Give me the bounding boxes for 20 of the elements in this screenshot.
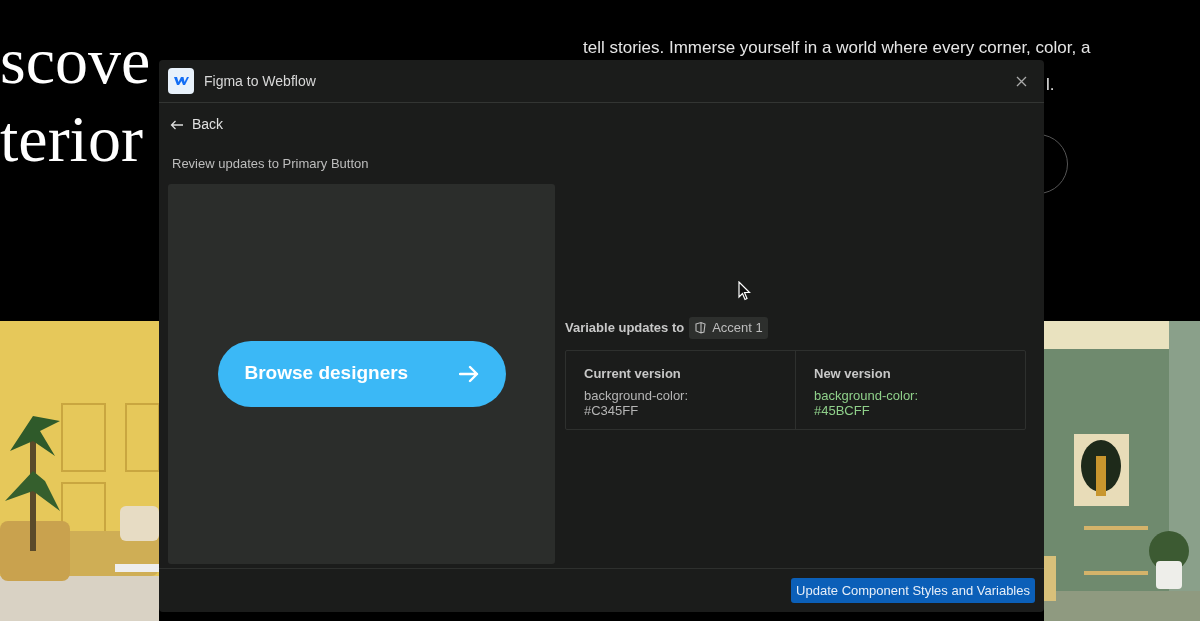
close-icon[interactable]	[1016, 75, 1027, 87]
version-heading: New version	[814, 364, 892, 383]
logo-icon	[168, 68, 194, 94]
heading-text: terior	[0, 101, 143, 177]
heading-text: scove	[0, 23, 151, 99]
cursor-icon	[738, 281, 751, 301]
paragraph-text: tell stories. Immerse yourself in a world where every corner, color, a	[583, 38, 1091, 58]
variable-badge: Accent 1	[689, 316, 768, 339]
variable-updates-label: Variable updates to	[565, 318, 685, 337]
back-arrow-icon	[170, 119, 184, 130]
version-value: background-color: #C345FF	[584, 388, 690, 418]
variable-icon	[694, 321, 708, 334]
version-heading: Current version	[584, 364, 682, 383]
subtitle-text: Review updates to Primary Button	[172, 155, 370, 173]
paragraph-text: l.	[1046, 75, 1055, 95]
dialog-title: Figma to Webflow	[204, 71, 316, 91]
version-value: background-color: #45BCFF	[814, 388, 920, 418]
arrow-right-icon	[458, 364, 479, 383]
update-button[interactable]: Update Component Styles and Variables	[791, 578, 1035, 603]
back-button[interactable]: Back	[170, 114, 224, 135]
